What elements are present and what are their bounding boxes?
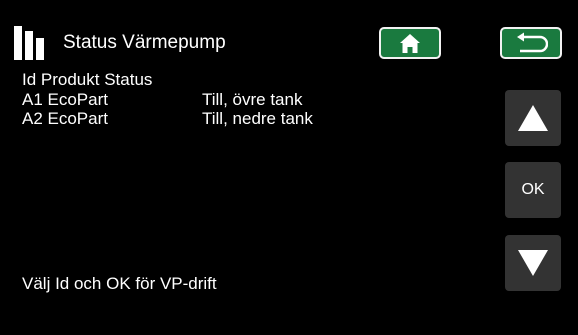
row-id-product: A2 EcoPart [22, 109, 108, 128]
row-id-product: A1 EcoPart [22, 90, 108, 109]
row-status: Till, nedre tank [202, 109, 313, 128]
arrow-down-icon [518, 250, 548, 276]
ok-label: OK [521, 181, 545, 198]
page-title: Status Värmepump [63, 32, 226, 53]
table-row[interactable]: A2 EcoPart Till, nedre tank [22, 109, 352, 129]
home-button[interactable] [379, 27, 441, 59]
arrow-up-icon [518, 105, 548, 131]
table-row[interactable]: A1 EcoPart Till, övre tank [22, 90, 352, 110]
ok-button[interactable]: OK [505, 162, 561, 218]
back-button[interactable] [500, 27, 562, 59]
back-arrow-icon [517, 32, 548, 53]
table-header: Id Produkt Status [22, 70, 153, 89]
hint-text: Välj Id och OK för VP-drift [22, 274, 217, 293]
scroll-up-button[interactable] [505, 90, 561, 146]
home-icon [400, 34, 420, 53]
logo-icon [14, 26, 44, 60]
scroll-down-button[interactable] [505, 235, 561, 291]
row-status: Till, övre tank [202, 90, 303, 109]
status-screen: Status Värmepump Id Produkt Status A1 Ec… [0, 0, 578, 335]
